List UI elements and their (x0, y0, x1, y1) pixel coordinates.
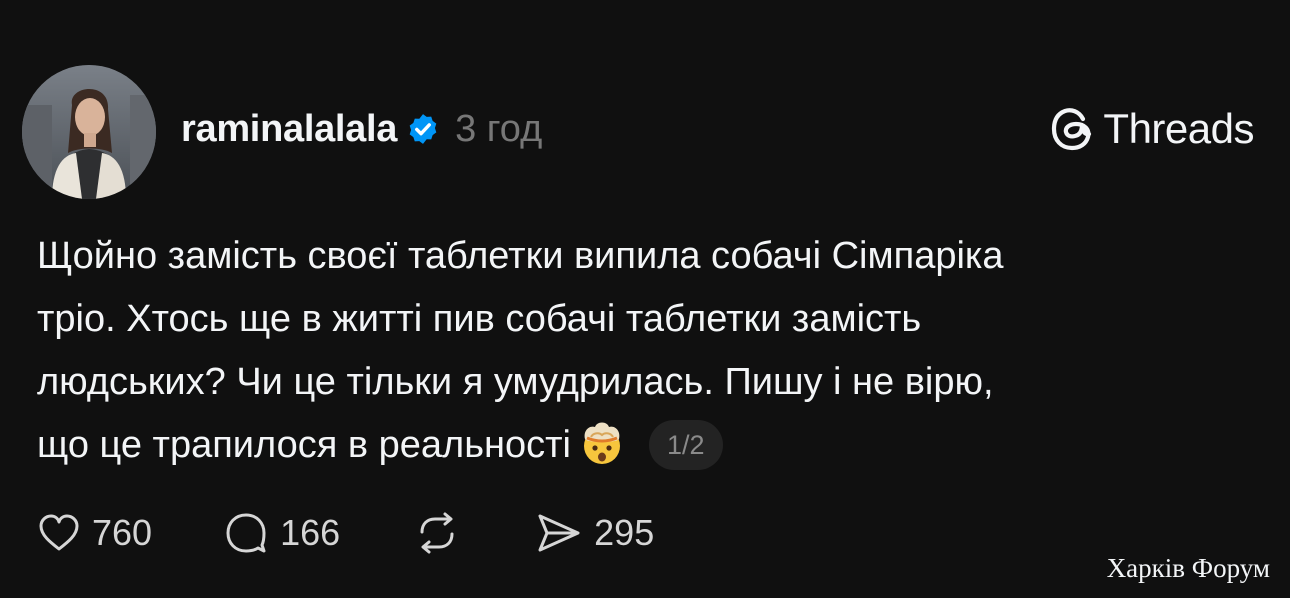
avatar[interactable] (22, 65, 156, 199)
share-button[interactable]: 295 (536, 512, 654, 554)
post-actions: 760 166 295 (38, 508, 654, 558)
like-button[interactable]: 760 (38, 512, 152, 554)
verified-badge-icon (406, 112, 440, 146)
post-text-line: Щойно замість своєї таблетки випила соба… (37, 235, 1004, 277)
share-count: 295 (594, 512, 655, 553)
repost-button[interactable] (414, 512, 472, 554)
post-time: 3 год (455, 107, 543, 150)
reply-button[interactable]: 166 (224, 511, 340, 555)
heart-icon (39, 514, 79, 551)
exploding-head-emoji-icon (577, 417, 627, 467)
like-count: 760 (92, 512, 153, 553)
post-text-line-last: що це трапилося в реальності 1/2 (37, 414, 1257, 477)
username[interactable]: raminalalala (181, 108, 397, 151)
repost-icon (420, 512, 454, 554)
page-indicator-badge[interactable]: 1/2 (649, 420, 723, 470)
threads-brand: Threads (1049, 103, 1254, 155)
post-text-line: що це трапилося в реальності (37, 424, 571, 466)
threads-at-icon (1049, 105, 1095, 153)
avatar-photo (22, 65, 156, 199)
post-body: Щойно замість своєї таблетки випила соба… (37, 225, 1257, 477)
comment-icon (226, 513, 266, 553)
threads-wordmark: Threads (1103, 105, 1254, 152)
reply-count: 166 (280, 512, 341, 553)
watermark: Харків Форум (1106, 553, 1270, 583)
post-text-line: тріо. Хтось ще в житті пив собачі таблет… (37, 298, 922, 340)
send-icon (538, 514, 580, 552)
post-text-line: людських? Чи це тільки я умудрилась. Пиш… (37, 361, 994, 403)
post-header: raminalalala 3 год (181, 104, 542, 154)
